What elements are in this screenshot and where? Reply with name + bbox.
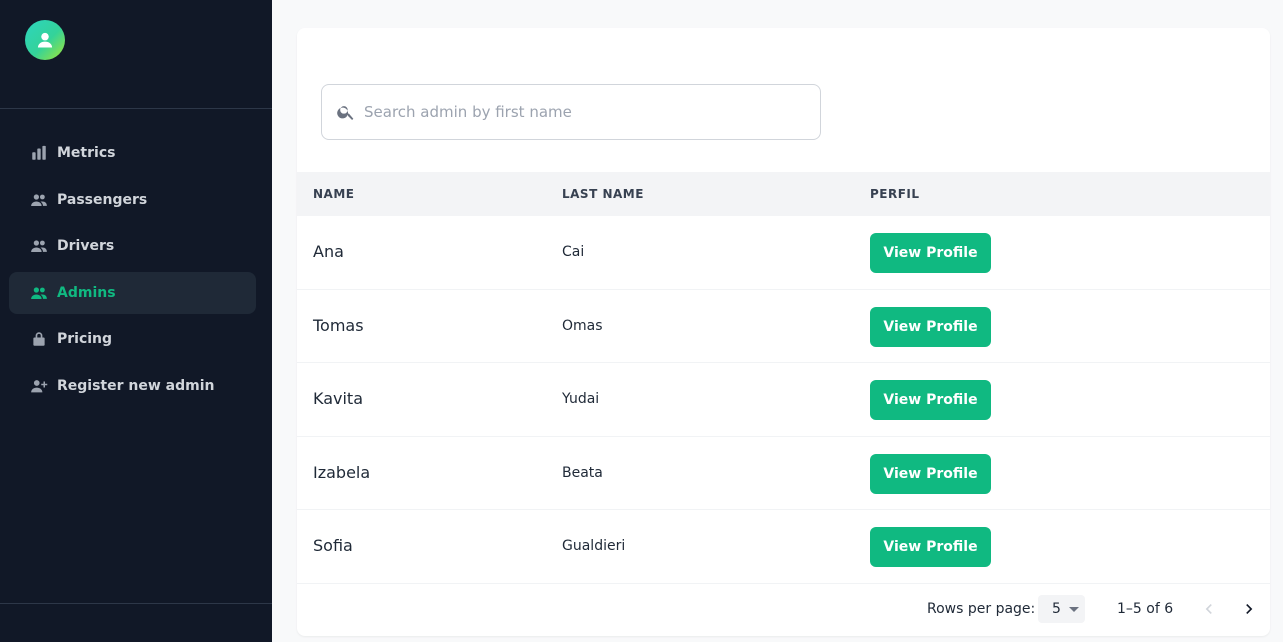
sidebar-item-pricing[interactable]: Pricing (9, 318, 256, 360)
sidebar-item-label: Passengers (57, 191, 148, 208)
bar-chart-icon (29, 143, 49, 163)
rows-per-page-select[interactable]: 5 (1038, 595, 1085, 623)
sidebar-item-register-new-admin[interactable]: Register new admin (9, 365, 256, 407)
table-row: Kavita Yudai View Profile (297, 363, 1270, 437)
chevron-right-icon (1246, 604, 1253, 614)
first-name-cell: Izabela (313, 462, 371, 482)
table-row: Tomas Omas View Profile (297, 290, 1270, 363)
first-name-cell: Tomas (313, 315, 364, 335)
last-name-cell: Omas (562, 317, 603, 334)
first-name-cell: Ana (313, 242, 344, 261)
person-add-icon (29, 376, 49, 396)
first-name-cell: Kavita (313, 389, 364, 408)
rows-per-page-label: Rows per page: (927, 601, 1036, 617)
sidebar: Metrics Passengers Drivers Admins Pricin… (0, 0, 272, 642)
sidebar-nav: Metrics Passengers Drivers Admins Pricin… (9, 132, 256, 411)
column-header-name[interactable]: NAME (313, 187, 354, 201)
rows-per-page-value: 5 (1052, 601, 1061, 617)
last-name-cell: Gualdieri (562, 538, 626, 554)
table-header: NAME LAST NAME PERFIL (297, 172, 1270, 216)
view-profile-button[interactable]: View Profile (870, 306, 991, 347)
column-header-profile[interactable]: PERFIL (870, 187, 920, 201)
view-profile-button[interactable]: View Profile (870, 233, 991, 273)
table-row: Izabela Beata View Profile (297, 437, 1270, 510)
admins-card: NAME LAST NAME PERFIL Ana Cai View Profi… (297, 28, 1270, 636)
previous-page-button[interactable] (1197, 597, 1221, 621)
user-icon (37, 32, 53, 48)
pagination: Rows per page: 5 1–5 of 6 (297, 588, 1270, 632)
view-profile-button[interactable]: View Profile (870, 380, 991, 420)
pagination-range: 1–5 of 6 (1117, 601, 1174, 617)
column-header-last-name[interactable]: LAST NAME (562, 187, 644, 201)
table-body: Ana Cai View Profile Tomas Omas View Pro… (297, 216, 1270, 584)
table-row: Sofia Gualdieri View Profile (297, 510, 1270, 584)
sidebar-item-label: Register new admin (57, 377, 215, 394)
sidebar-item-label: Pricing (57, 331, 113, 347)
sidebar-divider (0, 603, 272, 604)
sidebar-item-label: Drivers (57, 238, 115, 254)
sidebar-item-drivers[interactable]: Drivers (9, 225, 256, 267)
search-box[interactable] (321, 84, 821, 140)
first-name-cell: Sofia (313, 536, 353, 555)
table-row: Ana Cai View Profile (297, 216, 1270, 290)
sidebar-item-metrics[interactable]: Metrics (9, 132, 256, 174)
next-page-button[interactable] (1237, 597, 1261, 621)
search-input[interactable] (364, 103, 804, 121)
last-name-cell: Yudai (562, 391, 600, 407)
group-icon (29, 283, 49, 303)
chevron-left-icon (1205, 604, 1212, 614)
caret-down-icon (1068, 606, 1079, 612)
sidebar-item-label: Admins (57, 284, 116, 301)
logo-avatar[interactable] (25, 20, 65, 60)
sidebar-item-label: Metrics (57, 145, 116, 161)
group-icon (29, 190, 49, 210)
view-profile-button[interactable]: View Profile (870, 453, 991, 494)
search-icon (336, 102, 356, 122)
lock-icon (29, 329, 49, 349)
last-name-cell: Cai (562, 244, 585, 260)
view-profile-button[interactable]: View Profile (870, 527, 991, 567)
sidebar-item-passengers[interactable]: Passengers (9, 179, 256, 221)
sidebar-item-admins[interactable]: Admins (9, 271, 256, 314)
sidebar-divider (0, 108, 272, 109)
group-icon (29, 236, 49, 256)
last-name-cell: Beata (562, 464, 603, 481)
